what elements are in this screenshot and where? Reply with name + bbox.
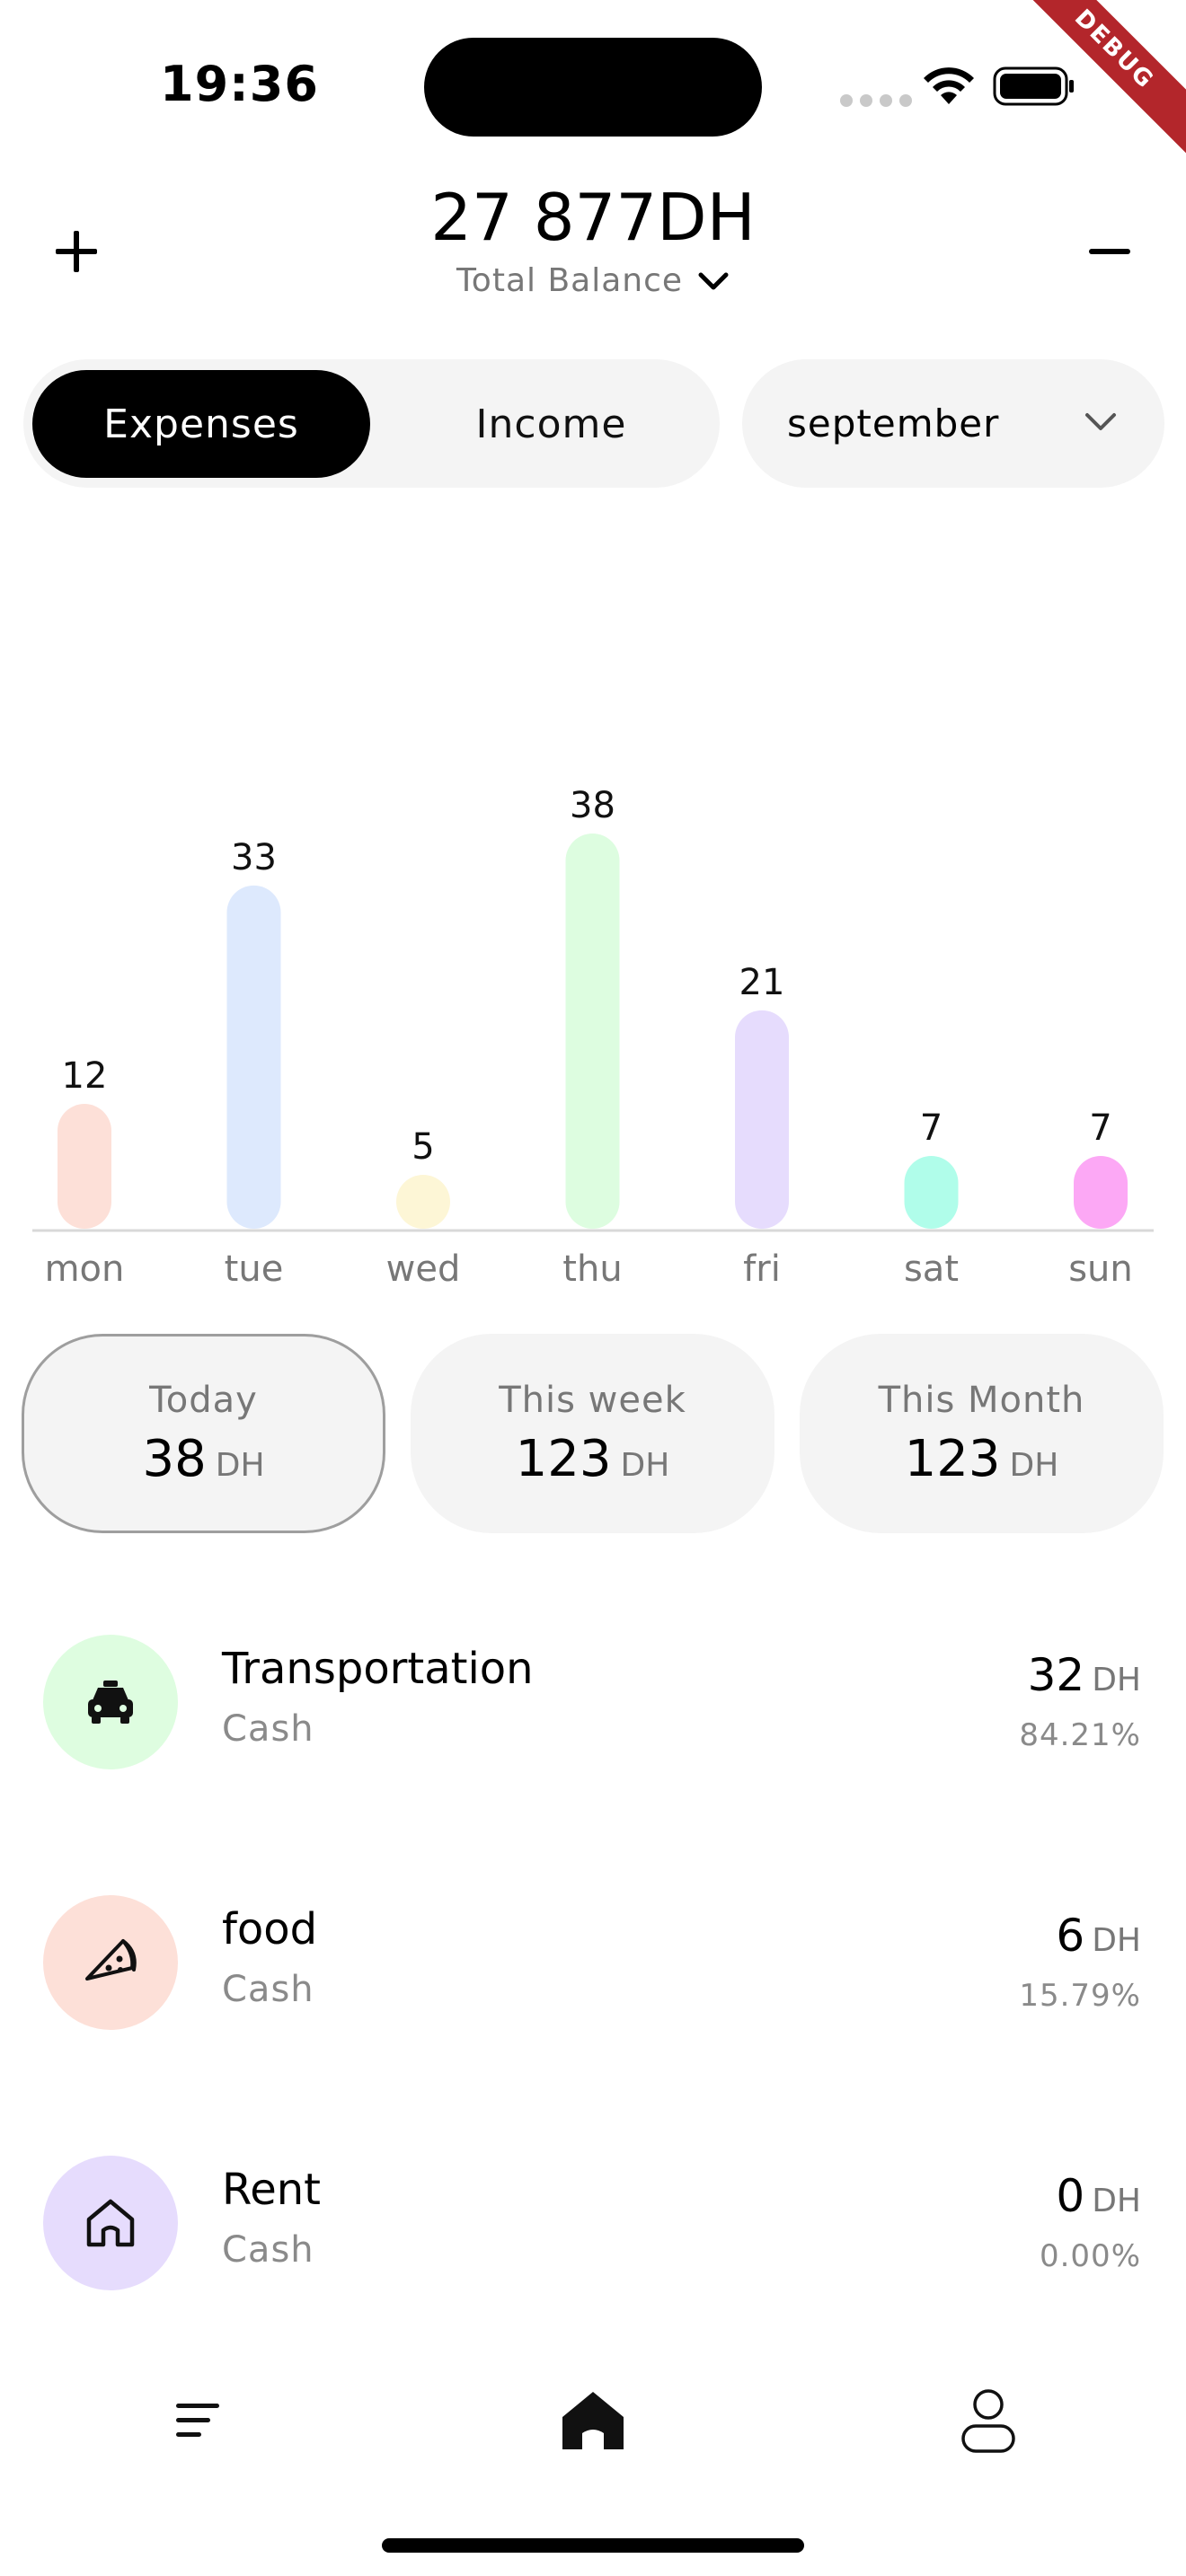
- chart-bar-sun[interactable]: [1074, 1155, 1128, 1229]
- menu-icon: [176, 2404, 219, 2437]
- summary-title: Today: [149, 1379, 258, 1421]
- balance-selector[interactable]: Total Balance: [0, 262, 1186, 299]
- chart-value-label: 12: [62, 1055, 108, 1097]
- chart-bar-thu[interactable]: [565, 834, 620, 1229]
- summary-title: This Month: [878, 1379, 1085, 1421]
- category-account: Cash: [222, 1969, 314, 2010]
- category-percent: 15.79%: [1019, 1978, 1141, 2014]
- nav-home-button[interactable]: [553, 2380, 633, 2461]
- category-percent: 84.21%: [1019, 1717, 1141, 1753]
- tab-expenses[interactable]: Expenses: [32, 370, 370, 478]
- chart-tick-label: tue: [225, 1248, 284, 1290]
- summary-value: 123: [515, 1429, 612, 1488]
- month-value: september: [787, 401, 1000, 446]
- chart-bar-wed[interactable]: [396, 1175, 450, 1229]
- category-icon-circle: [43, 2156, 178, 2290]
- chart-tick-label: sat: [904, 1248, 959, 1290]
- summary-card-today[interactable]: Today 38 DH: [22, 1334, 385, 1533]
- month-selector[interactable]: september: [742, 359, 1164, 488]
- chart-tick-label: thu: [562, 1248, 622, 1290]
- chart-bar-sat[interactable]: [904, 1155, 959, 1229]
- summary-unit: DH: [1009, 1446, 1059, 1484]
- category-icon-circle: [43, 1895, 178, 2030]
- cellular-signal-icon: [840, 94, 912, 107]
- summary-value: 123: [904, 1429, 1001, 1488]
- summary-card-week[interactable]: This week 123 DH: [411, 1334, 774, 1533]
- summary-unit: DH: [215, 1446, 265, 1484]
- chart-tick-label: mon: [45, 1248, 125, 1290]
- minus-icon: [1089, 249, 1130, 254]
- category-icon-circle: [43, 1635, 178, 1769]
- total-balance-value: 27 877DH: [430, 180, 756, 255]
- category-account: Cash: [222, 2229, 314, 2271]
- status-time: 19:36: [160, 56, 319, 112]
- tab-income[interactable]: Income: [392, 370, 711, 478]
- category-amount: 32: [1027, 1649, 1085, 1701]
- total-balance-label: Total Balance: [456, 262, 684, 299]
- nav-menu-button[interactable]: [157, 2380, 238, 2461]
- summary-title: This week: [499, 1379, 686, 1421]
- chevron-down-icon: [698, 272, 729, 289]
- category-percent: 0.00%: [1039, 2238, 1141, 2274]
- summary-value: 38: [142, 1429, 207, 1488]
- chart-bar-tue[interactable]: [226, 885, 281, 1229]
- category-name: Transportation: [222, 1644, 534, 1694]
- type-toggle: Expenses Income: [23, 359, 720, 488]
- chart-bar-fri[interactable]: [735, 1010, 789, 1229]
- chart-tick-label: wed: [386, 1248, 461, 1290]
- category-amount: 0: [1056, 2170, 1085, 2222]
- category-item[interactable]: food Cash 6 DH 15.79%: [0, 1895, 1186, 2039]
- status-bar: 19:36 DEBUG: [0, 0, 1186, 171]
- chart-value-label: 7: [920, 1107, 943, 1149]
- dynamic-island: [424, 38, 762, 137]
- taxi-icon: [88, 1681, 133, 1724]
- category-name: Rent: [222, 2165, 321, 2215]
- pizza-icon: [85, 1939, 137, 1981]
- summary-card-month[interactable]: This Month 123 DH: [800, 1334, 1164, 1533]
- category-unit: DH: [1092, 1662, 1141, 1698]
- battery-icon: [993, 66, 1074, 106]
- chart-value-label: 5: [412, 1126, 434, 1168]
- category-item[interactable]: Rent Cash 0 DH 0.00%: [0, 2156, 1186, 2299]
- summary-unit: DH: [620, 1446, 670, 1484]
- home-indicator: [382, 2538, 804, 2553]
- chart-value-label: 38: [570, 785, 615, 826]
- category-unit: DH: [1092, 1922, 1141, 1959]
- weekly-expenses-chart: 12 mon 33 tue 5 wed 38 thu 21 fri 7 sat 7 sun: [32, 785, 1154, 1290]
- nav-profile-button[interactable]: [948, 2380, 1029, 2461]
- category-item[interactable]: Transportation Cash 32 DH 84.21%: [0, 1635, 1186, 1778]
- chart-value-label: 21: [739, 962, 785, 1003]
- chevron-down-icon: [1085, 413, 1116, 430]
- chart-tick-label: sun: [1068, 1248, 1133, 1290]
- chart-value-label: 33: [231, 837, 277, 878]
- profile-icon: [961, 2389, 1015, 2453]
- category-amount: 6: [1056, 1910, 1085, 1962]
- chart-bar-mon[interactable]: [58, 1104, 111, 1229]
- wifi-icon: [924, 67, 974, 104]
- chart-tick-label: fri: [743, 1248, 781, 1290]
- category-account: Cash: [222, 1708, 314, 1750]
- chart-value-label: 7: [1089, 1107, 1111, 1149]
- subtract-button[interactable]: [1078, 220, 1141, 283]
- category-name: food: [222, 1904, 318, 1954]
- house-icon: [86, 2199, 135, 2247]
- category-unit: DH: [1092, 2183, 1141, 2219]
- home-icon: [562, 2392, 624, 2449]
